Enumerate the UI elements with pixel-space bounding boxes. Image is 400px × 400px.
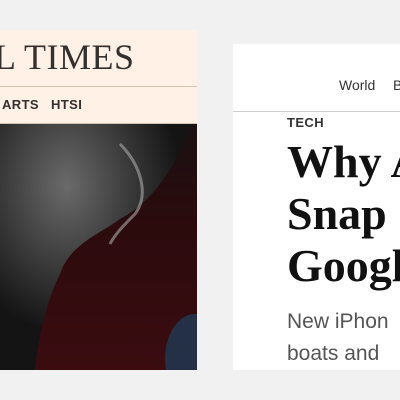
article-summary: New iPhon boats and [287, 306, 400, 370]
section-label[interactable]: TECH [287, 115, 324, 130]
ft-nav-item-arts[interactable]: ARTS [2, 97, 39, 112]
nav-divider [233, 111, 400, 112]
headline-line: Why A [287, 136, 400, 187]
summary-line: New iPhon [287, 310, 389, 333]
ft-masthead: L TIMES [0, 30, 197, 87]
summary-line: boats and [287, 342, 380, 365]
headline-line: Googl [287, 240, 400, 291]
ft-page-card[interactable]: L TIMES ARTS HTSI [0, 30, 197, 370]
ft-logo[interactable]: L TIMES [0, 36, 135, 78]
ft-nav-bar: ARTS HTSI [0, 87, 197, 124]
headline-line: Snap [287, 188, 387, 239]
wsj-nav-item-world[interactable]: World [339, 77, 375, 93]
ft-nav-item-htsi[interactable]: HTSI [51, 97, 82, 112]
wsj-nav-item-b[interactable]: B [393, 77, 400, 93]
ft-hero-image[interactable] [0, 124, 197, 370]
wsj-nav-bar: World B [233, 44, 400, 110]
article-headline[interactable]: Why A Snap Googl [287, 136, 400, 292]
hero-photo-illustration [0, 124, 197, 370]
wsj-page-card[interactable]: World B TECH Why A Snap Googl New iPhon … [233, 44, 400, 370]
